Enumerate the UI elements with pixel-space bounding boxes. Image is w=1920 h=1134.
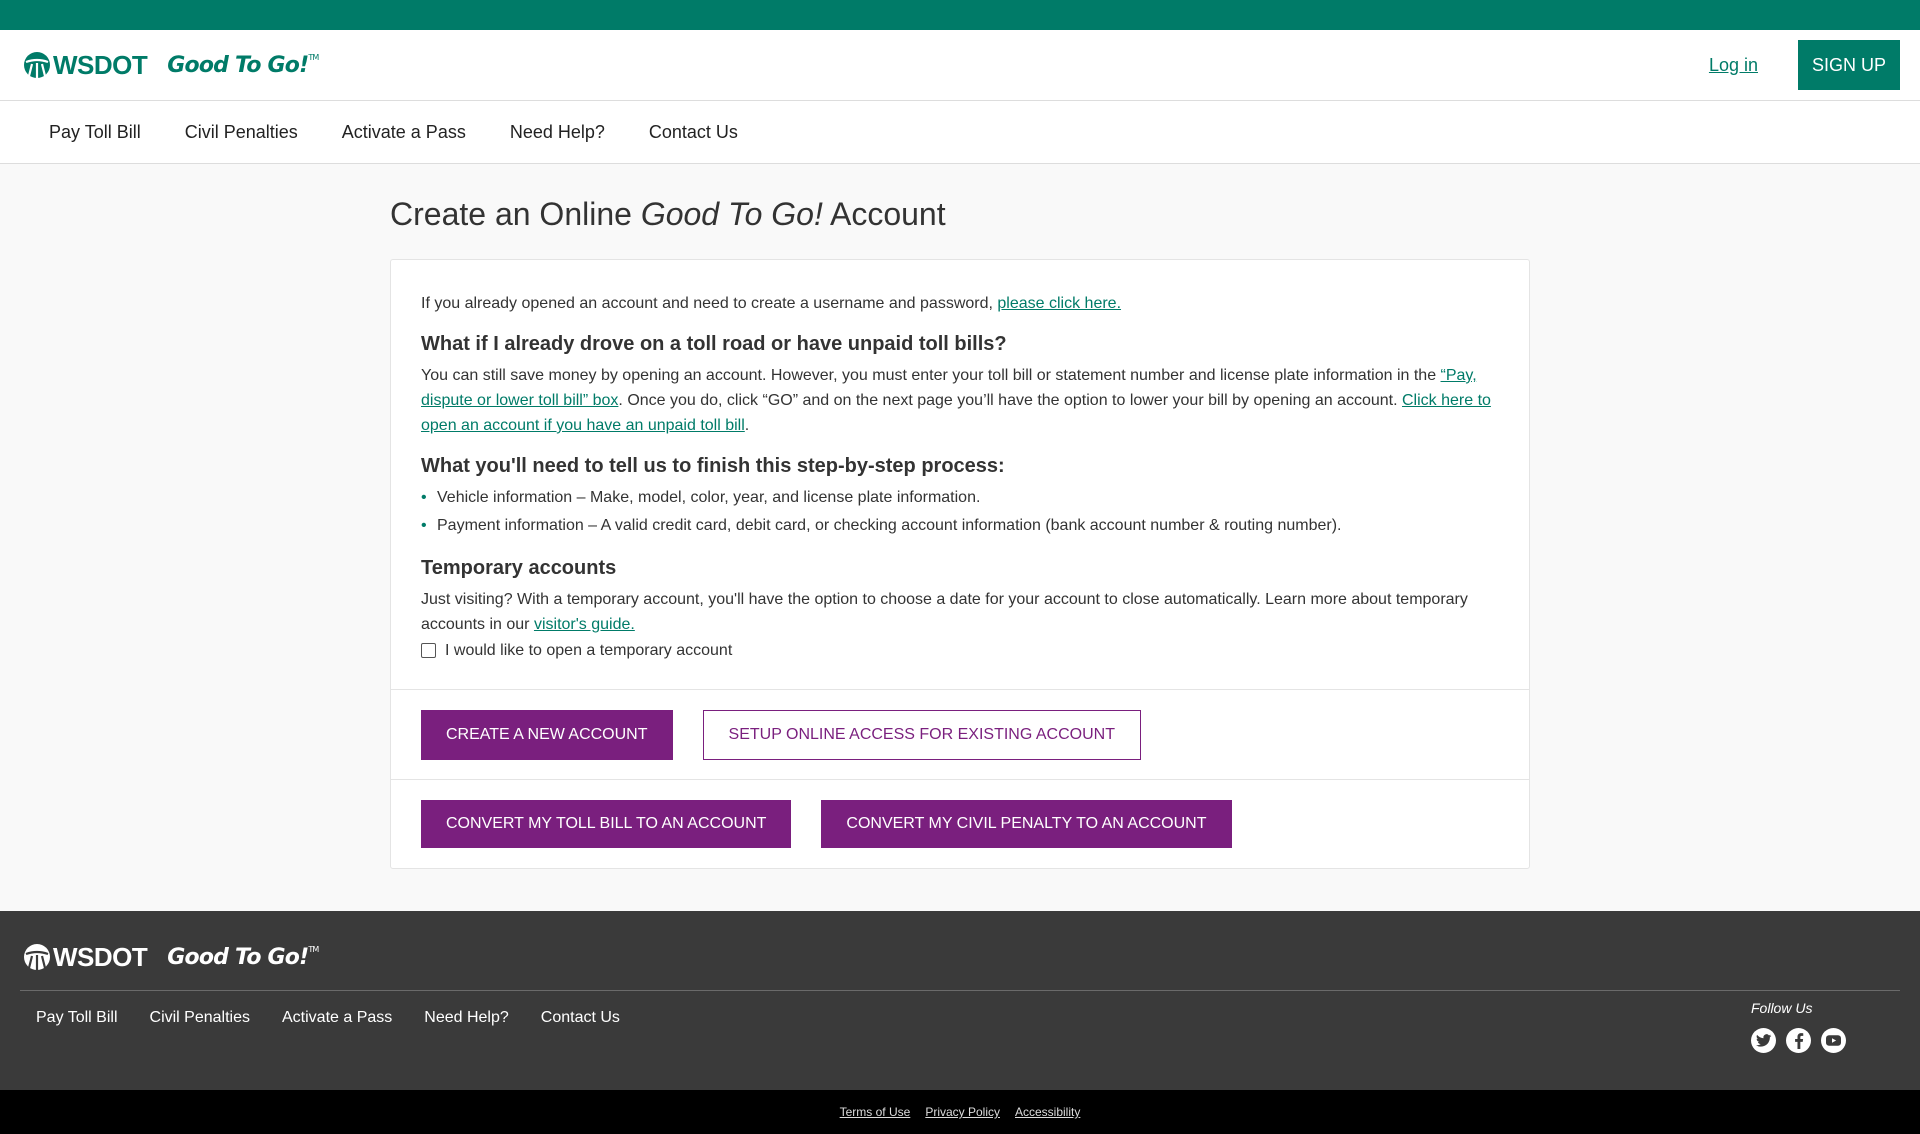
create-new-account-button[interactable]: CREATE A NEW ACCOUNT	[421, 710, 673, 760]
trademark-mark: TM	[308, 52, 319, 62]
footer-good-to-go-logo-text: Good To Go!	[167, 944, 309, 970]
temporary-account-option[interactable]: I would like to open a temporary account	[421, 638, 1499, 663]
list-item: Vehicle information – Make, model, color…	[421, 485, 1499, 510]
page-title-brand: Good To Go!	[640, 196, 823, 232]
convert-toll-bill-button[interactable]: CONVERT MY TOLL BILL TO AN ACCOUNT	[421, 800, 792, 848]
wsdot-emblem-icon	[24, 944, 50, 970]
intro-paragraph: If you already opened an account and nee…	[421, 291, 1499, 316]
convert-actions-row: CONVERT MY TOLL BILL TO AN ACCOUNT CONVE…	[391, 779, 1529, 868]
requirements-heading: What you'll need to tell us to finish th…	[421, 455, 1005, 477]
follow-us-label: Follow Us	[1751, 1000, 1813, 1016]
footer-trademark-mark: TM	[308, 944, 319, 954]
footer-nav-contact-us[interactable]: Contact Us	[541, 1009, 620, 1027]
footer-nav-civil-penalties[interactable]: Civil Penalties	[150, 1009, 250, 1027]
temporary-accounts-paragraph: Just visiting? With a temporary account,…	[421, 587, 1499, 637]
page-title: Create an Online Good To Go! Account	[390, 193, 1530, 235]
unpaid-tolls-text-a: You can still save money by opening an a…	[421, 367, 1441, 384]
footer-logos: WSDOT Good To Go!TM	[0, 911, 1920, 981]
youtube-icon[interactable]	[1821, 1028, 1846, 1053]
login-link[interactable]: Log in	[1709, 55, 1758, 76]
footer-nav-pay-toll-bill[interactable]: Pay Toll Bill	[36, 1009, 118, 1027]
top-accent-bar	[0, 0, 1920, 30]
create-credentials-link[interactable]: please click here.	[997, 295, 1121, 312]
twitter-icon[interactable]	[1751, 1028, 1776, 1053]
unpaid-tolls-paragraph: You can still save money by opening an a…	[421, 363, 1499, 438]
site-header: WSDOT Good To Go!TM Log in SIGN UP	[0, 30, 1920, 101]
site-footer: WSDOT Good To Go!TM Pay Toll Bill Civil …	[0, 911, 1920, 1090]
footer-nav-need-help[interactable]: Need Help?	[424, 1009, 509, 1027]
unpaid-tolls-heading: What if I already drove on a toll road o…	[421, 333, 1007, 355]
good-to-go-logo-text: Good To Go!	[167, 52, 309, 78]
page-title-prefix: Create an Online	[390, 196, 641, 232]
privacy-policy-link[interactable]: Privacy Policy	[925, 1105, 1000, 1119]
nav-item-civil-penalties[interactable]: Civil Penalties	[185, 122, 298, 143]
signup-button[interactable]: SIGN UP	[1797, 40, 1900, 90]
wsdot-emblem-icon	[24, 52, 50, 78]
nav-item-activate-a-pass[interactable]: Activate a Pass	[342, 122, 466, 143]
main-content: Create an Online Good To Go! Account If …	[390, 164, 1530, 869]
footer-nav-activate-a-pass[interactable]: Activate a Pass	[282, 1009, 392, 1027]
social-links	[1751, 1028, 1846, 1053]
wsdot-logo[interactable]: WSDOT	[23, 49, 148, 81]
unpaid-tolls-text-b: . Once you do, click “GO” and on the nex…	[618, 392, 1402, 409]
page-title-suffix: Account	[822, 196, 946, 232]
nav-item-contact-us[interactable]: Contact Us	[649, 122, 738, 143]
wsdot-logo-text: WSDOT	[53, 49, 148, 80]
facebook-icon[interactable]	[1786, 1028, 1811, 1053]
follow-us: Follow Us	[1751, 1000, 1846, 1053]
list-item: Payment information – A valid credit car…	[421, 513, 1499, 538]
footer-wsdot-logo[interactable]: WSDOT	[23, 941, 148, 973]
brand-logos[interactable]: WSDOT Good To Go!TM	[23, 50, 319, 81]
legal-bar: Terms of Use Privacy Policy Accessibilit…	[0, 1090, 1920, 1134]
nav-item-pay-toll-bill[interactable]: Pay Toll Bill	[49, 122, 141, 143]
convert-civil-penalty-button[interactable]: CONVERT MY CIVIL PENALTY TO AN ACCOUNT	[821, 800, 1232, 848]
visitors-guide-link[interactable]: visitor's guide.	[534, 616, 635, 633]
good-to-go-logo[interactable]: Good To Go!TM	[167, 52, 319, 78]
account-info-card: If you already opened an account and nee…	[390, 259, 1530, 869]
temporary-accounts-heading: Temporary accounts	[421, 557, 617, 579]
main-nav: Pay Toll Bill Civil Penalties Activate a…	[0, 101, 1920, 164]
temporary-account-checkbox-label: I would like to open a temporary account	[445, 642, 733, 659]
intro-text: If you already opened an account and nee…	[421, 295, 998, 312]
terms-of-use-link[interactable]: Terms of Use	[840, 1105, 911, 1119]
requirements-list: Vehicle information – Make, model, color…	[421, 485, 1499, 538]
nav-item-need-help[interactable]: Need Help?	[510, 122, 605, 143]
unpaid-tolls-text-c: .	[744, 417, 750, 434]
setup-online-access-button[interactable]: SETUP ONLINE ACCESS FOR EXISTING ACCOUNT	[702, 710, 1141, 760]
footer-nav: Pay Toll Bill Civil Penalties Activate a…	[0, 991, 1920, 1027]
temporary-account-checkbox[interactable]	[421, 643, 436, 658]
account-actions-row: CREATE A NEW ACCOUNT SETUP ONLINE ACCESS…	[391, 689, 1529, 779]
footer-good-to-go-logo[interactable]: Good To Go!TM	[167, 944, 319, 970]
footer-wsdot-logo-text: WSDOT	[53, 941, 148, 972]
accessibility-link[interactable]: Accessibility	[1015, 1105, 1080, 1119]
